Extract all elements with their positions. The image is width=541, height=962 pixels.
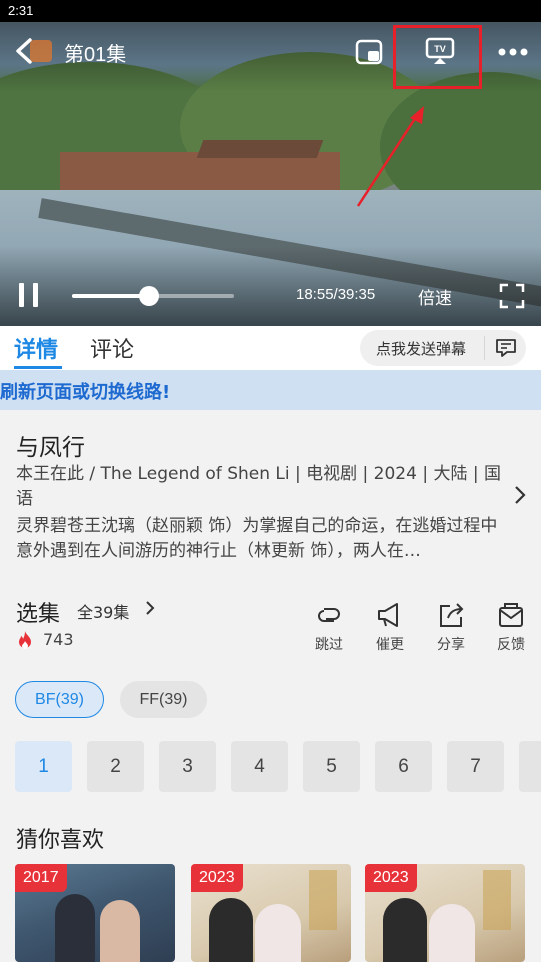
cast-highlight-box [393, 25, 482, 89]
picture-in-picture-icon[interactable] [354, 38, 384, 66]
urge-update-button[interactable]: 催更 [368, 600, 412, 654]
share-button[interactable]: 分享 [429, 600, 473, 654]
chevron-right-icon[interactable] [144, 600, 156, 616]
tab-details[interactable]: 详情 [14, 332, 58, 364]
poster-figure [55, 894, 95, 962]
year-badge: 2023 [365, 864, 417, 892]
skip-button[interactable]: 跳过 [307, 600, 351, 654]
fullscreen-icon[interactable] [498, 282, 526, 310]
episodes-title: 选集 [16, 602, 61, 627]
scenery-roof [196, 140, 324, 158]
video-player[interactable]: 第01集 TV 18:55/39:35 倍速 [0, 22, 541, 326]
year-badge: 2017 [15, 864, 67, 892]
logo-icon [30, 40, 52, 62]
poster-figure [383, 898, 427, 962]
tab-comments[interactable]: 评论 [90, 332, 134, 364]
more-icon[interactable] [498, 48, 528, 56]
feedback-label: 反馈 [497, 637, 525, 653]
episode-button[interactable]: 6 [375, 741, 432, 792]
recommend-poster[interactable]: 2017 [15, 864, 175, 962]
poster-figure [209, 898, 253, 962]
red-arrow-annotation [356, 106, 424, 207]
episode-button[interactable]: 5 [303, 741, 360, 792]
status-bar: 2:31 [0, 0, 541, 22]
show-title: 与凤行 [16, 435, 85, 461]
episode-button[interactable]: 2 [87, 741, 144, 792]
status-time: 2:31 [8, 3, 34, 18]
skip-icon [318, 608, 340, 622]
episode-button[interactable]: 1 [15, 741, 72, 792]
megaphone-icon [378, 603, 398, 627]
time-display: 18:55/39:35 [296, 286, 376, 303]
feedback-icon [499, 603, 523, 627]
share-icon [440, 603, 464, 627]
skip-label: 跳过 [315, 637, 343, 653]
feedback-button[interactable]: 反馈 [489, 600, 533, 654]
send-danmaku-button[interactable]: 点我发送弹幕 [360, 330, 526, 366]
recommend-poster[interactable]: 2023 [191, 864, 351, 962]
episode-button[interactable]: 3 [159, 741, 216, 792]
urge-update-label: 催更 [376, 637, 404, 653]
poster-figure [429, 904, 475, 962]
poster-ornament [309, 870, 337, 930]
fire-icon [19, 631, 31, 649]
danmaku-toggle-icon[interactable] [494, 337, 518, 359]
episode-button[interactable]: 7 [447, 741, 504, 792]
bottom-gradient [0, 246, 541, 326]
danmaku-label: 点我发送弹幕 [376, 340, 467, 358]
recommend-title: 猜你喜欢 [16, 828, 105, 853]
source-chip-ff[interactable]: FF(39) [120, 681, 207, 718]
show-synopsis: 灵界碧苍王沈璃（赵丽颖 饰）为掌握自己的命运，在逃婚过程中意外遇到在人间游历的神… [16, 516, 498, 561]
episode-button-partial[interactable] [519, 741, 541, 792]
tab-underline [14, 366, 62, 369]
chevron-right-icon[interactable] [512, 484, 528, 506]
source-chip-bf[interactable]: BF(39) [15, 681, 104, 718]
notice-banner: 刷新页面或切换线路! [0, 370, 541, 410]
poster-figure [255, 904, 301, 962]
notice-text: 刷新页面或切换线路! [0, 382, 171, 403]
divider [484, 336, 485, 360]
share-label: 分享 [437, 637, 465, 653]
heat-count: 743 [43, 630, 74, 649]
episodes-total-link[interactable]: 全39集 [77, 599, 129, 623]
show-meta: 本王在此 / The Legend of Shen Li | 电视剧 | 202… [16, 464, 501, 509]
episode-button[interactable]: 4 [231, 741, 288, 792]
speed-button[interactable]: 倍速 [418, 284, 452, 309]
scenery-building [60, 152, 340, 192]
episode-title: 第01集 [64, 44, 127, 66]
poster-figure [100, 900, 140, 962]
progress-bar[interactable] [72, 286, 234, 306]
poster-ornament [483, 870, 511, 930]
tab-bar: 详情 评论 点我发送弹幕 [0, 326, 541, 370]
recommend-poster[interactable]: 2023 [365, 864, 525, 962]
pause-icon[interactable] [16, 280, 42, 310]
year-badge: 2023 [191, 864, 243, 892]
progress-fill [72, 294, 150, 298]
